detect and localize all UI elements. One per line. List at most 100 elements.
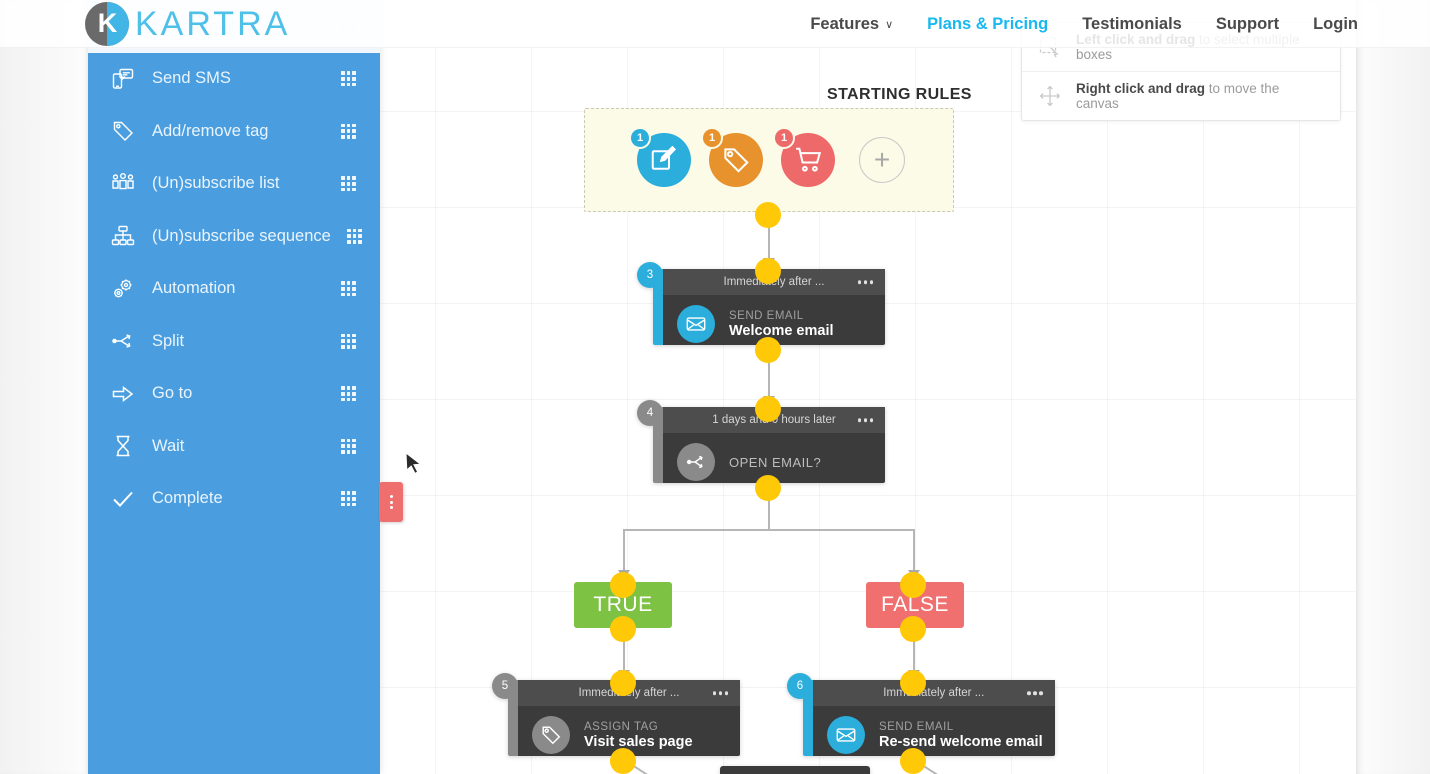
kartra-logo-icon: K	[85, 2, 129, 46]
starting-rules-title: STARTING RULES	[827, 86, 972, 103]
sidebar-item-add-remove-tag[interactable]: Add/remove tag	[88, 105, 380, 158]
drag-handle-icon[interactable]	[341, 71, 356, 87]
node-timing-label: Immediately after ...	[883, 687, 985, 699]
sidebar-item-complete[interactable]: Complete	[88, 473, 380, 526]
port-node6-out[interactable]	[900, 748, 926, 774]
arrow-right-icon	[110, 381, 136, 407]
nav-item-plans-pricing[interactable]: Plans & Pricing	[927, 15, 1048, 34]
sidebar-item-unsubscribe-list[interactable]: (Un)subscribe list	[88, 158, 380, 211]
sidebar-item-go-to[interactable]: Go to	[88, 368, 380, 421]
chevron-down-icon: ∨	[885, 18, 894, 31]
node-icon-wrap	[677, 305, 715, 343]
logo-letter: K	[97, 7, 118, 38]
port-true-in[interactable]	[610, 572, 636, 598]
node-body[interactable]	[720, 766, 870, 774]
port-node6-in[interactable]	[900, 670, 926, 696]
starting-rule-cart[interactable]: 1	[773, 127, 835, 187]
gears-icon	[110, 276, 136, 302]
node-text: SEND EMAIL Welcome email	[729, 310, 834, 339]
starting-rules-box[interactable]: 1 1 1 +	[584, 108, 954, 212]
drag-handle-icon[interactable]	[341, 333, 356, 349]
sidebar-item-split[interactable]: Split	[88, 315, 380, 368]
drag-handle-icon[interactable]	[346, 228, 362, 244]
node-number-badge: 6	[787, 673, 813, 699]
port-node3-out[interactable]	[755, 337, 781, 363]
port-start-out[interactable]	[755, 202, 781, 228]
starting-rule-badge: 1	[773, 127, 795, 149]
port-node4-out[interactable]	[755, 475, 781, 501]
sidebar-item-send-sms[interactable]: Send SMS	[88, 53, 380, 106]
drag-handle-icon[interactable]	[341, 438, 356, 454]
form-optin-icon	[651, 145, 677, 170]
brand-logo-group[interactable]: K KARTRA	[85, 2, 290, 46]
nav-item-login[interactable]: Login	[1313, 15, 1358, 34]
flow-node-partial[interactable]	[720, 766, 870, 774]
node-content: SEND EMAIL Re-send welcome email	[813, 706, 1055, 766]
port-true-out[interactable]	[610, 616, 636, 642]
node-number-badge: 4	[637, 400, 663, 426]
port-node3-in[interactable]	[755, 258, 781, 284]
more-options-icon[interactable]	[712, 691, 728, 695]
right-gutter	[1356, 0, 1430, 774]
nav-item-support[interactable]: Support	[1216, 15, 1279, 34]
starting-rule-tag[interactable]: 1	[701, 127, 763, 187]
email-icon	[686, 317, 706, 331]
node-number-badge: 3	[637, 262, 663, 288]
node-body[interactable]: Immediately after ... SEND EMAIL Re-send…	[813, 680, 1055, 756]
nav-label: Features	[810, 14, 880, 33]
tag-icon	[542, 726, 561, 745]
people-icon	[110, 171, 136, 197]
tag-icon	[724, 148, 749, 173]
port-false-out[interactable]	[900, 616, 926, 642]
node-text: SEND EMAIL Re-send welcome email	[879, 721, 1043, 750]
email-icon	[836, 728, 856, 742]
sidebar-item-wait[interactable]: Wait	[88, 420, 380, 473]
sidebar-item-label: Split	[152, 331, 185, 350]
mouse-cursor	[404, 452, 424, 476]
drag-handle-icon[interactable]	[341, 123, 356, 139]
drag-handle-icon[interactable]	[341, 281, 356, 297]
split-icon	[686, 455, 703, 469]
starting-rule-form-optin[interactable]: 1	[629, 127, 691, 187]
more-options-icon[interactable]	[1027, 691, 1043, 695]
port-node5-out[interactable]	[610, 748, 636, 774]
hint-row-move: Right click and drag to move the canvas	[1022, 71, 1340, 120]
sidebar-item-label: Add/remove tag	[152, 121, 269, 140]
port-node5-in[interactable]	[610, 670, 636, 696]
cart-icon	[796, 147, 822, 172]
more-options-icon[interactable]	[857, 280, 873, 284]
drag-handle-icon	[389, 495, 393, 509]
node-icon-wrap	[827, 716, 865, 754]
node-text: ASSIGN TAG Visit sales page	[584, 721, 693, 750]
nav-item-features[interactable]: Features ∨	[810, 15, 893, 34]
send-sms-icon	[110, 66, 136, 92]
port-false-in[interactable]	[900, 572, 926, 598]
node-header: Immediately after ...	[813, 680, 1055, 706]
drag-handle-icon[interactable]	[341, 176, 356, 192]
drag-handle-icon[interactable]	[341, 491, 356, 507]
node-type-label: OPEN EMAIL?	[729, 454, 822, 470]
check-icon	[110, 486, 136, 512]
node-name-label: Welcome email	[729, 322, 834, 339]
top-navigation[interactable]: Features ∨ Plans & Pricing Testimonials …	[810, 0, 1358, 48]
starting-rule-badge: 1	[629, 127, 651, 149]
sidebar-item-label: Send SMS	[152, 69, 231, 88]
sidebar-item-label: (Un)subscribe sequence	[152, 226, 331, 245]
sidebar-item-automation[interactable]: Automation	[88, 263, 380, 316]
port-node4-in[interactable]	[755, 396, 781, 422]
tools-sidebar[interactable]: Send email Send SMS	[88, 0, 380, 774]
sidebar-collapse-handle[interactable]	[379, 482, 403, 522]
add-starting-rule-button[interactable]: +	[859, 137, 905, 183]
sidebar-item-unsubscribe-sequence[interactable]: (Un)subscribe sequence	[88, 210, 380, 263]
page-root: STARTING RULES 1 1 1 + 3 Immediately aft…	[0, 0, 1430, 774]
site-header: K KARTRA Features ∨ Plans & Pricing Test…	[0, 0, 1430, 48]
node-icon-wrap	[532, 716, 570, 754]
node-name-label: Re-send welcome email	[879, 733, 1043, 750]
starting-rule-badge: 1	[701, 127, 723, 149]
node-number-badge: 5	[492, 673, 518, 699]
more-options-icon[interactable]	[857, 418, 873, 422]
nav-item-testimonials[interactable]: Testimonials	[1082, 15, 1182, 34]
move-canvas-icon	[1038, 84, 1062, 108]
node-name-label: Visit sales page	[584, 733, 693, 750]
drag-handle-icon[interactable]	[341, 386, 356, 402]
